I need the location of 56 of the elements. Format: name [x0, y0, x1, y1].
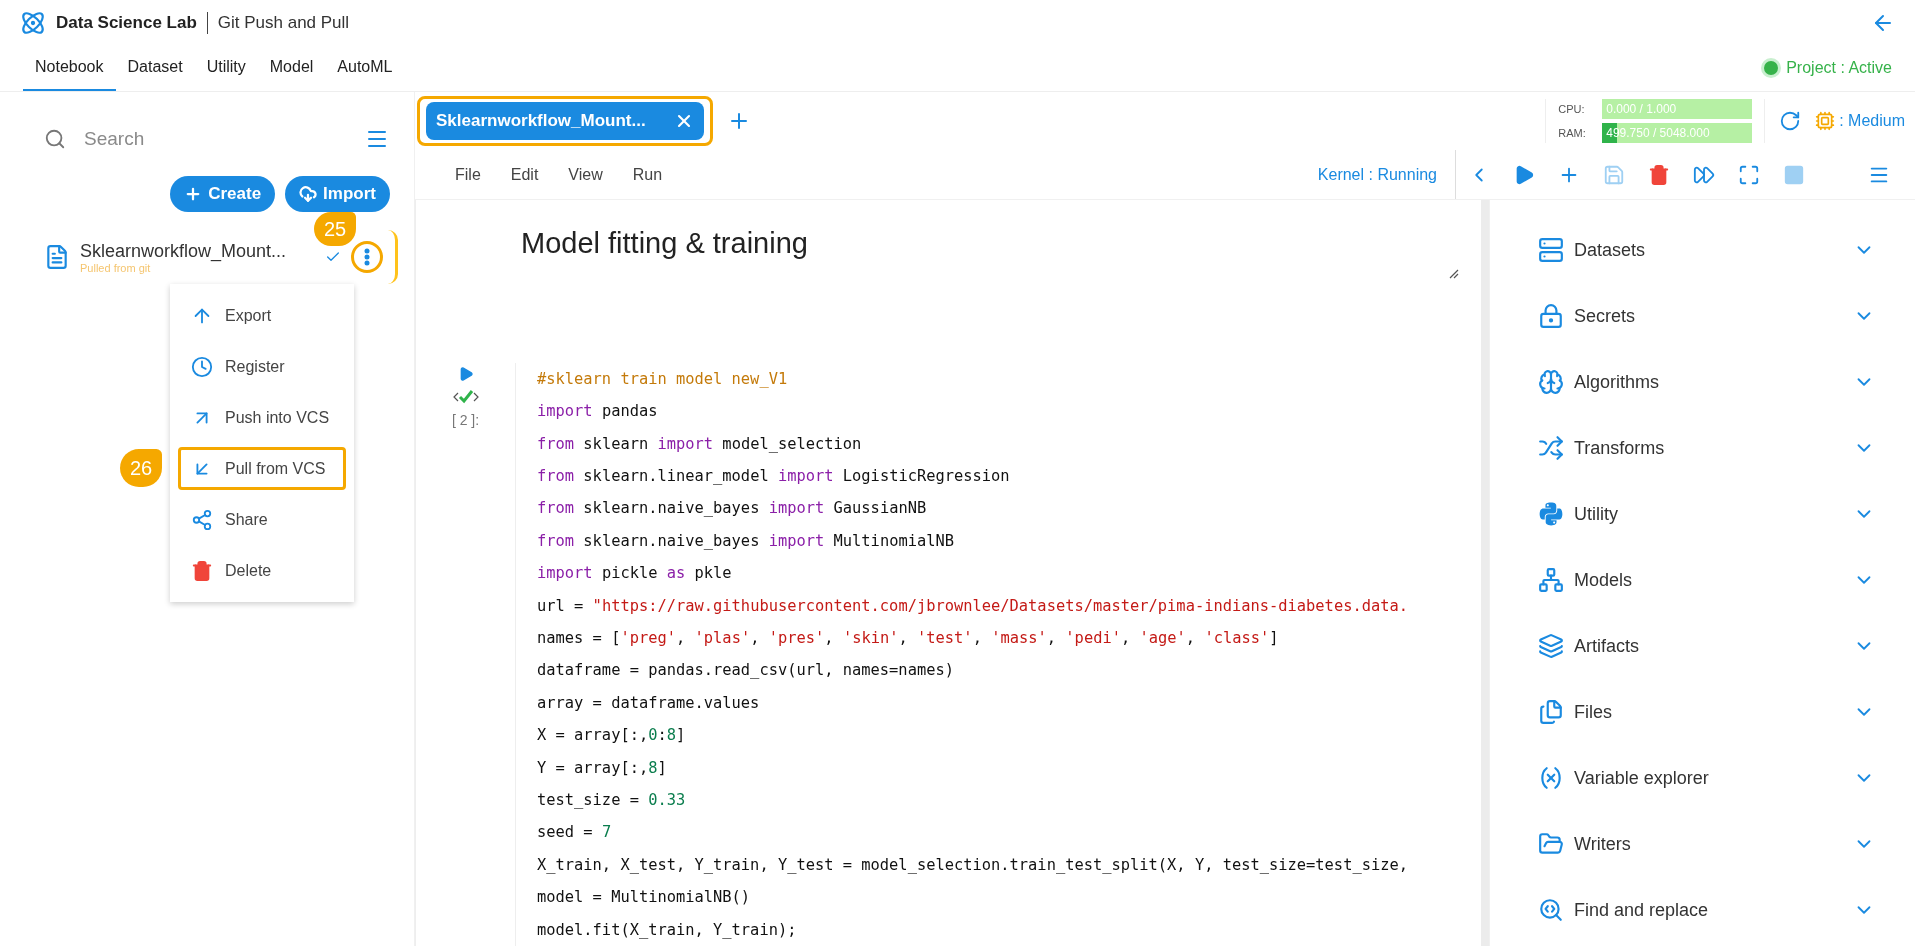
markdown-heading: Model fitting & training [521, 227, 809, 260]
section-label: Artifacts [1574, 635, 1639, 657]
section-label: Files [1574, 701, 1612, 723]
meter-reading: 0.000 / 1.000 [1605, 102, 1677, 116]
app-name: Data Science Lab [56, 12, 197, 33]
nav-tab[interactable]: Notebook [23, 45, 116, 91]
nav-tab[interactable]: Model [257, 45, 326, 91]
code-line: dataframe = pandas.read_csv(url, names=names) [537, 660, 955, 682]
step-badge: 26 [120, 449, 162, 487]
code-line: model.fit(X_train, Y_train); [537, 919, 798, 941]
code-line: X_train, X_test, Y_train, Y_test = model_selection.train_test_split(X, Y, test_size=test_size, [537, 854, 1408, 876]
create-button[interactable]: Create [170, 176, 276, 212]
nav-tab[interactable]: Dataset [115, 45, 195, 91]
code-line: names = ['preg', 'plas', 'pres', 'skin', 'test', 'mass', 'pedi', 'age', 'class'] [537, 627, 1280, 649]
section-label: Secrets [1574, 305, 1636, 327]
menu-bar-item[interactable]: Run [617, 165, 678, 184]
section-label: Variable explorer [1574, 767, 1709, 789]
code-line: seed = 7 [537, 822, 613, 844]
code-line: X = array[:,0:8] [537, 725, 687, 747]
file-tab[interactable]: Sklearnworkflow_Mount... [417, 96, 713, 146]
meter-label: CPU: [1558, 103, 1586, 115]
page-title: Git Push and Pull [217, 12, 350, 33]
section-label: Datasets [1574, 239, 1646, 261]
kernel-status: Kernel : Running [1299, 150, 1456, 199]
step-badge: 25 [314, 212, 356, 246]
section-label: Models [1574, 569, 1633, 591]
compute-size: : Medium [1839, 112, 1905, 130]
code-line: Y = array[:,8] [537, 757, 668, 779]
project-status: Project : Active [1786, 59, 1892, 77]
code-line: from sklearn.linear_model import LogisticRegression [537, 465, 1011, 487]
code-line: array = dataframe.values [537, 692, 761, 714]
menu-bar-item[interactable]: View [553, 165, 618, 184]
import-button[interactable]: Import [285, 176, 390, 212]
menu-bar-item[interactable]: File [440, 165, 496, 184]
menu-bar-item[interactable]: Edit [495, 165, 554, 184]
code-line: from sklearn.naive_bayes import MultinomialNB [537, 530, 955, 552]
code-line: url = "https://raw.githubusercontent.com/jbrownlee/Datasets/master/pima-indians-diabetes.data. [537, 595, 1408, 617]
execution-count: [ 2 ]: [451, 411, 480, 428]
code-line: model = MultinomialNB() [537, 887, 752, 909]
code-line: import pickle as pkle [537, 563, 733, 585]
nav-tab[interactable]: AutoML [325, 45, 405, 91]
code-line: from sklearn import model_selection [537, 433, 863, 455]
notebook-name: Sklearnworkflow_Mount... [80, 240, 288, 262]
code-line: #sklearn train model new_V1 [537, 368, 789, 390]
code-line: import pandas [537, 401, 659, 423]
section-label: Utility [1574, 503, 1618, 525]
section-label: Algorithms [1574, 371, 1660, 393]
section-label: Writers [1574, 833, 1631, 855]
code-line: from sklearn.naive_bayes import GaussianNB [537, 498, 928, 520]
notebook-subtitle: Pulled from git [80, 261, 151, 274]
nav-tab[interactable]: Utility [194, 45, 258, 91]
meter-label: RAM: [1558, 127, 1587, 139]
section-label: Transforms [1574, 437, 1665, 459]
section-label: Find and replace [1574, 899, 1709, 921]
menu-item[interactable]: Pull from VCS [178, 447, 346, 490]
code-line: test_size = 0.33 [537, 789, 687, 811]
